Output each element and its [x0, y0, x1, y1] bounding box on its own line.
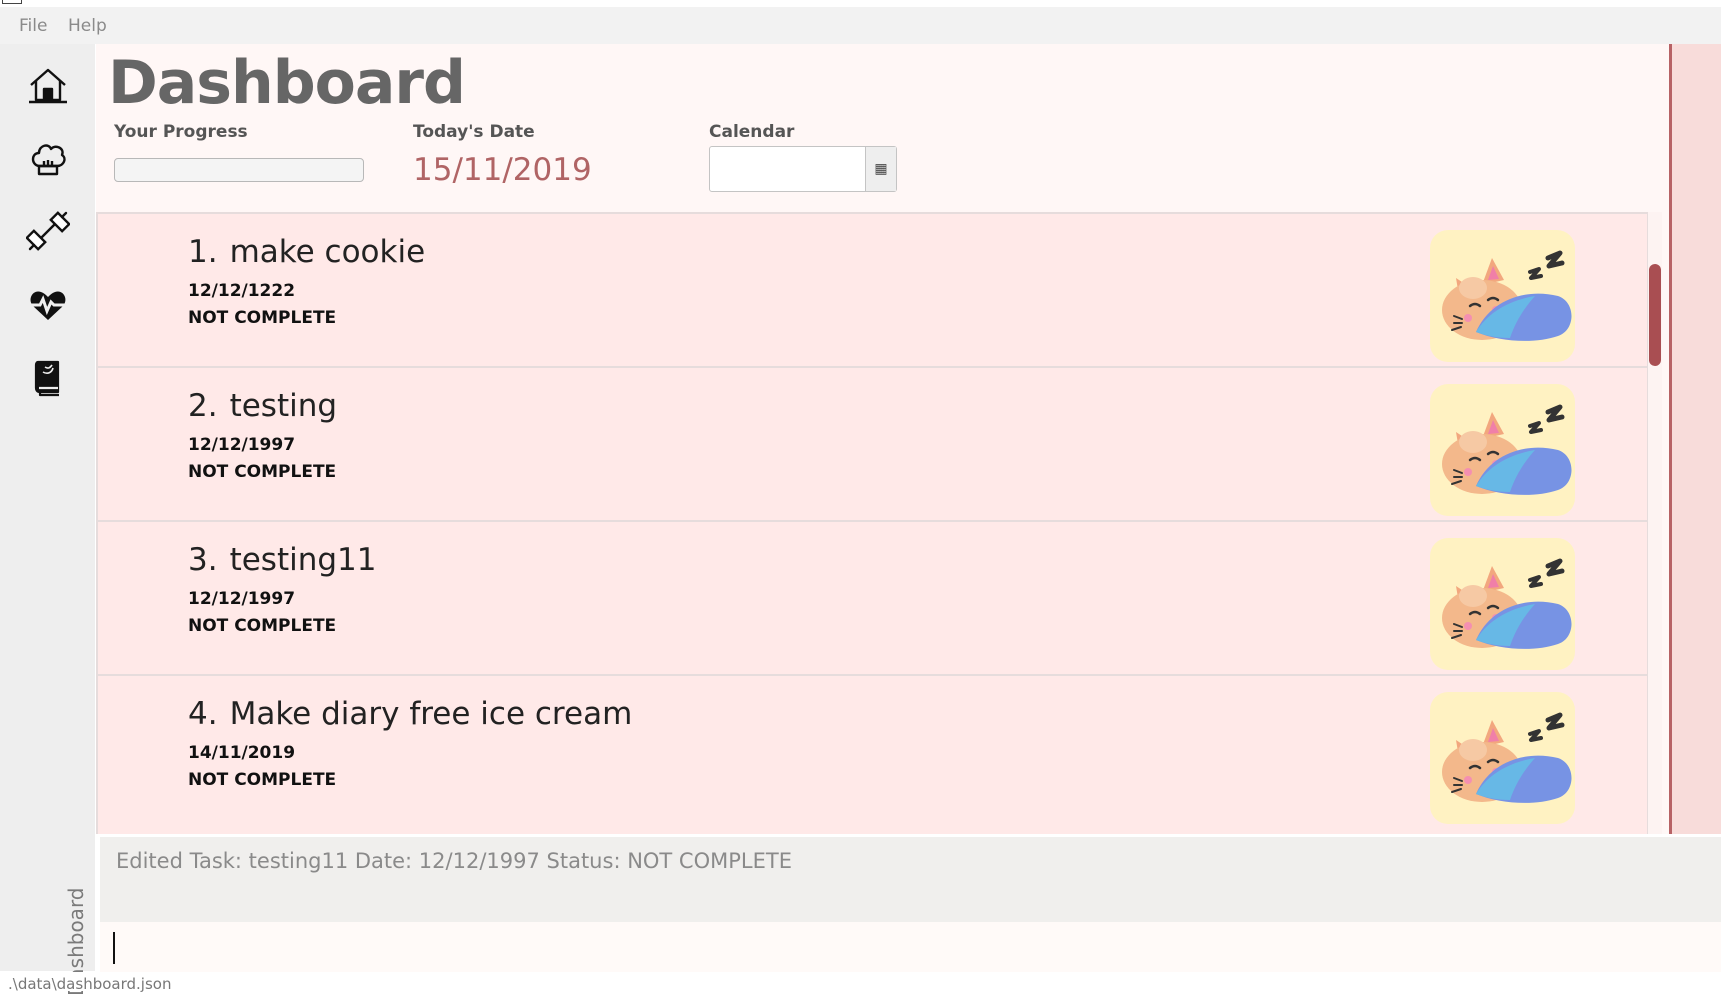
- feedback-text: Edited Task: testing11 Date: 12/12/1997 …: [116, 849, 792, 873]
- task-card[interactable]: 4. Make diary free ice cream 14/11/2019 NOT…: [96, 674, 1649, 834]
- task-number: 3.: [188, 542, 218, 578]
- task-date: 12/12/1222: [188, 281, 296, 301]
- task-card[interactable]: 3. testing11 12/12/1997 NOT COMPLETE: [96, 520, 1649, 686]
- status-bar: .\data\dashboard.json: [0, 972, 1721, 993]
- sleeping-cat-icon: [1430, 384, 1575, 516]
- task-date: 14/11/2019: [188, 743, 296, 763]
- menu-file[interactable]: File: [19, 16, 47, 36]
- task-title: 4. Make diary free ice cream: [188, 696, 632, 732]
- date-label: Today's Date: [413, 122, 535, 142]
- calendar-picker: ▦: [709, 146, 897, 193]
- calendar-icon[interactable]: ▦: [865, 147, 896, 191]
- sleeping-cat-icon: [1430, 230, 1575, 362]
- task-status: NOT COMPLETE: [188, 308, 337, 328]
- task-title: 3. testing11: [188, 542, 377, 578]
- window-top-strip: [0, 0, 1721, 7]
- command-box: [100, 922, 1721, 972]
- home-icon[interactable]: [26, 64, 70, 108]
- task-status: NOT COMPLETE: [188, 462, 337, 482]
- book-icon[interactable]: [26, 355, 70, 399]
- task-list-scrollbar[interactable]: [1648, 212, 1662, 834]
- task-title: 2. testing: [188, 388, 337, 424]
- task-number: 1.: [188, 234, 218, 270]
- task-date: 12/12/1997: [188, 435, 296, 455]
- task-number: 4.: [188, 696, 218, 732]
- calendar-input[interactable]: [710, 147, 866, 193]
- chef-hat-icon[interactable]: [26, 136, 70, 180]
- menu-help[interactable]: Help: [68, 16, 107, 36]
- page-title: Dashboard: [108, 48, 466, 118]
- progress-bar: [114, 158, 364, 182]
- window-icon: [2, 0, 22, 4]
- task-card[interactable]: 2. testing 12/12/1997 NOT COMPLETE: [96, 366, 1649, 532]
- sleeping-cat-icon: [1430, 692, 1575, 824]
- task-date: 12/12/1997: [188, 589, 296, 609]
- todays-date: 15/11/2019: [413, 152, 592, 188]
- task-title: 1. make cookie: [188, 234, 425, 270]
- task-card[interactable]: 1. make cookie 12/12/1222 NOT COMPLETE: [96, 212, 1649, 378]
- sidebar: Dashboard: [0, 44, 95, 996]
- sleeping-cat-icon: [1430, 538, 1575, 670]
- dashboard-panel: Dashboard Your Progress Today's Date 15/…: [96, 44, 1669, 834]
- menu-bar: File Help: [0, 7, 1721, 44]
- task-number: 2.: [188, 388, 218, 424]
- command-input[interactable]: [108, 928, 1712, 968]
- task-name: testing11: [229, 542, 377, 578]
- save-location: .\data\dashboard.json: [8, 975, 172, 993]
- scroll-thumb[interactable]: [1649, 264, 1661, 366]
- dumbbell-icon[interactable]: [25, 209, 71, 253]
- result-display: Edited Task: testing11 Date: 12/12/1997 …: [100, 837, 1721, 922]
- progress-label: Your Progress: [114, 122, 248, 142]
- calendar-label: Calendar: [709, 122, 795, 142]
- task-name: make cookie: [229, 234, 426, 270]
- right-side-panel: [1669, 44, 1721, 834]
- task-list: 1. make cookie 12/12/1222 NOT COMPLETE 2. tes…: [96, 212, 1649, 834]
- task-name: testing: [229, 388, 338, 424]
- task-status: NOT COMPLETE: [188, 770, 337, 790]
- task-status: NOT COMPLETE: [188, 616, 337, 636]
- text-caret: [113, 932, 115, 964]
- heart-pulse-icon[interactable]: [26, 283, 70, 327]
- task-name: Make diary free ice cream: [229, 696, 633, 732]
